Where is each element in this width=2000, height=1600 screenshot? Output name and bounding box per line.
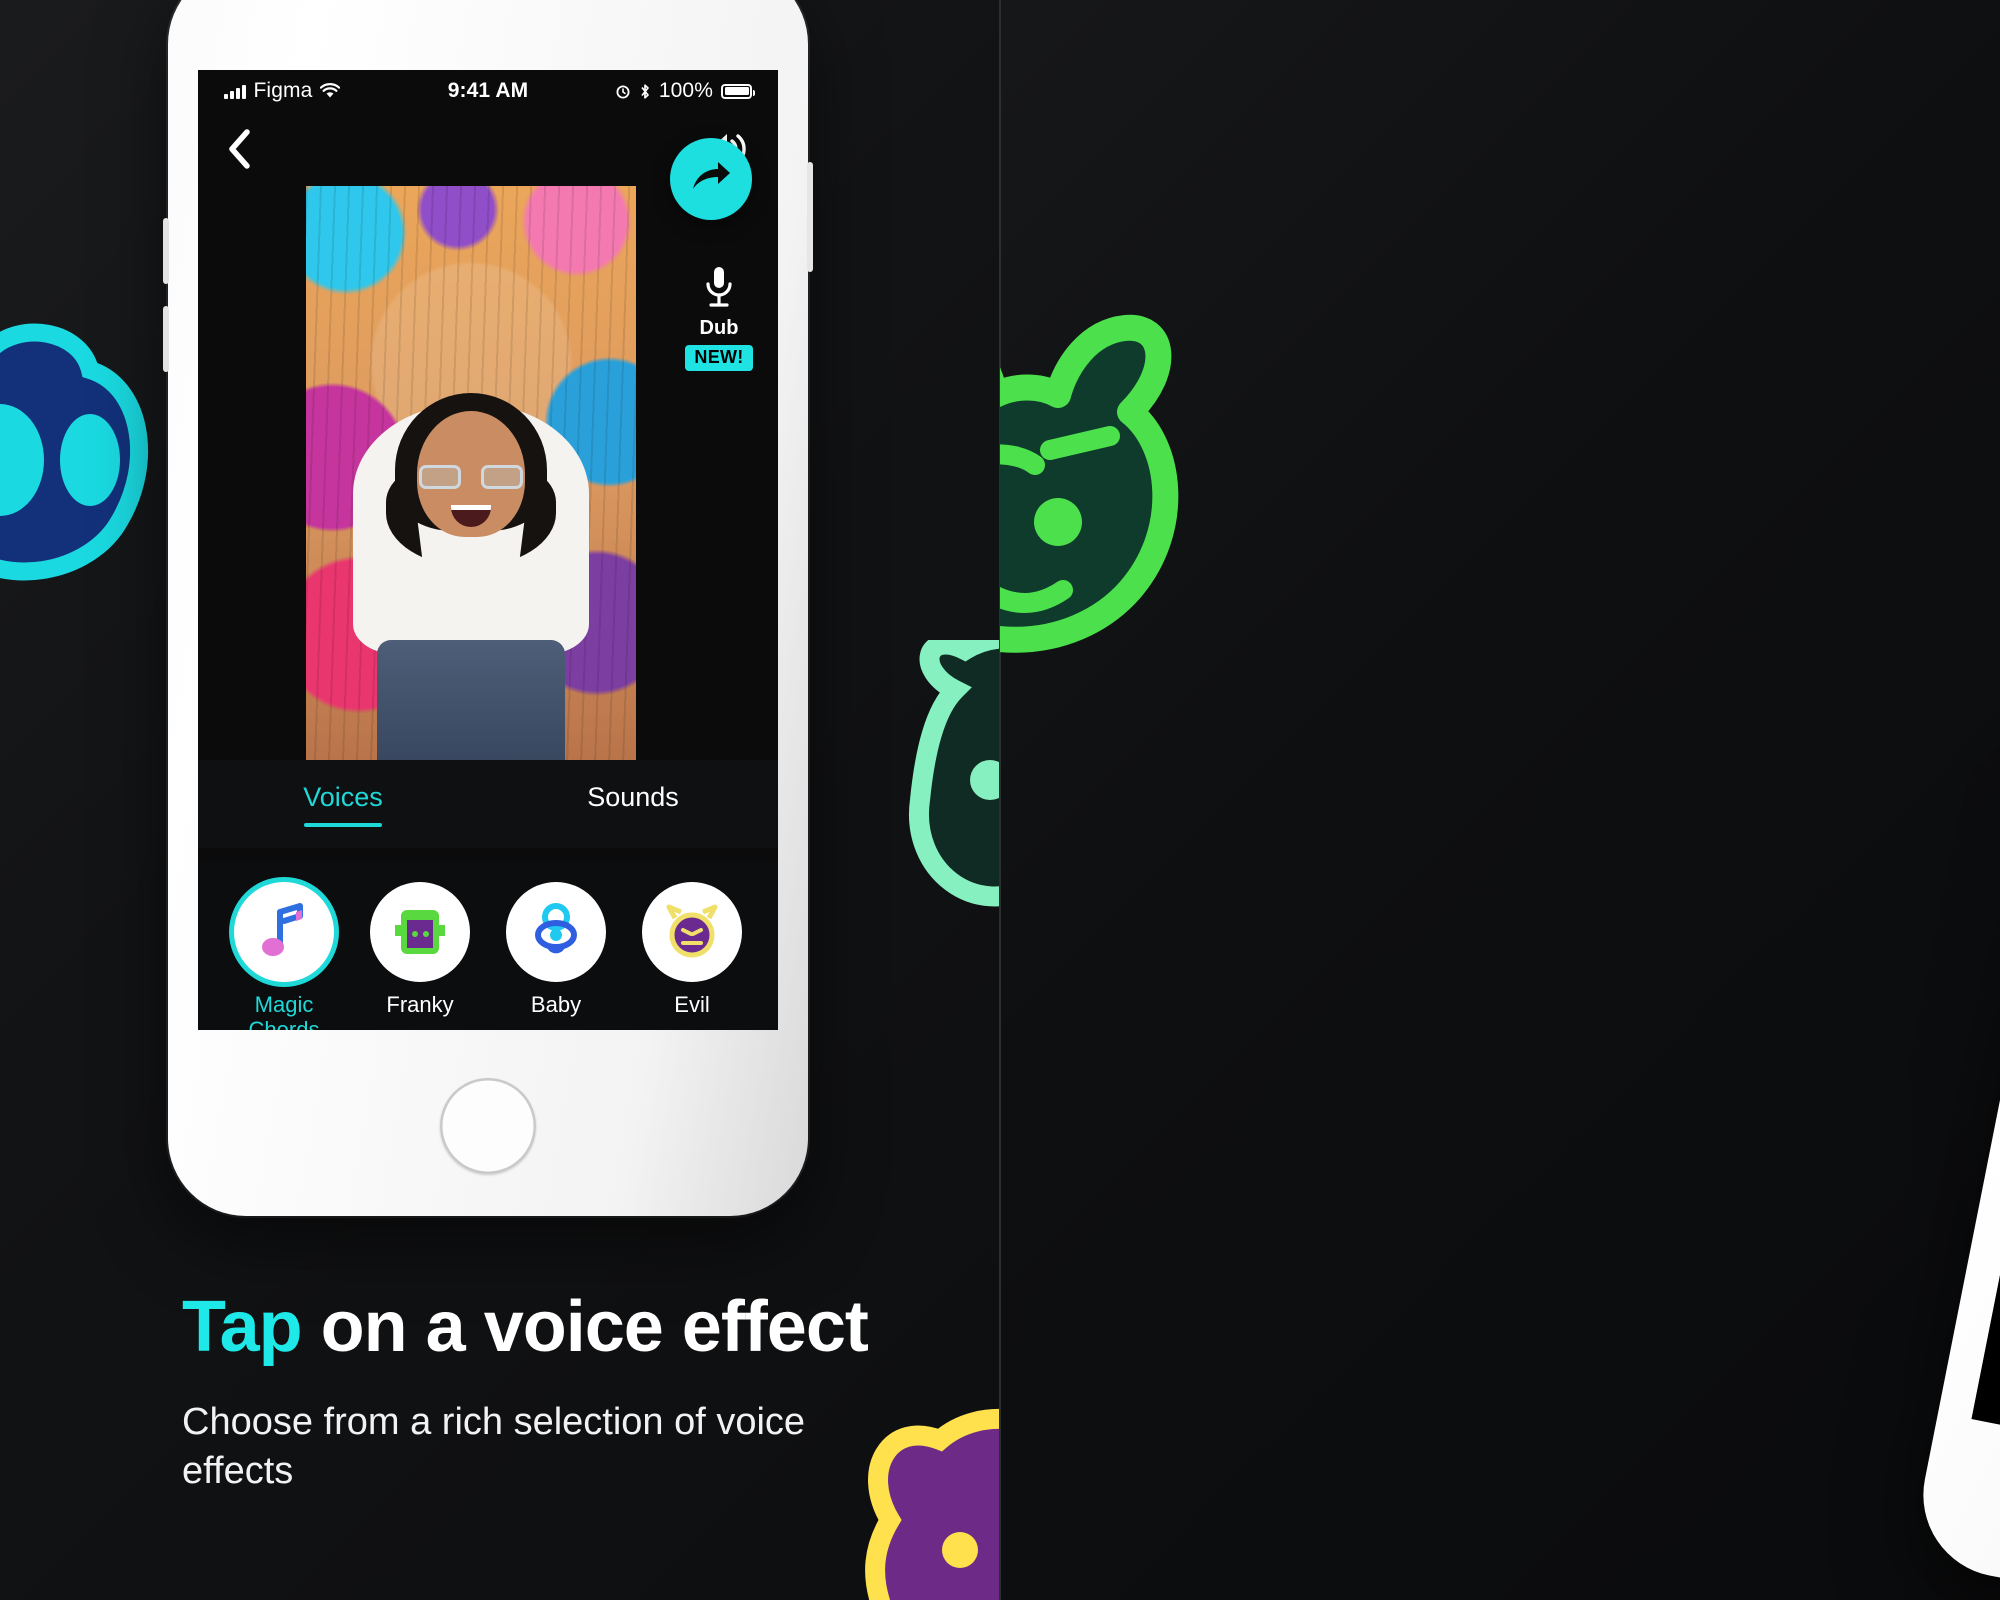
share-fab-button[interactable] — [670, 138, 752, 220]
power-button[interactable] — [807, 162, 813, 272]
home-button[interactable] — [440, 1078, 536, 1174]
effect-label: Franky — [386, 992, 454, 1017]
effect-label: Alien — [772, 993, 778, 1018]
carrier-label: Figma — [253, 79, 313, 102]
tab-voices[interactable]: Voices — [198, 782, 488, 827]
chevron-left-icon — [229, 129, 250, 169]
voice-effects-strip[interactable]: Magic Chords Franky Baby Evil — [198, 860, 778, 1030]
right-phone-device: Figma 9:41 AM — [1909, 294, 2000, 1600]
screenshot-root: Figma 9:41 AM 100% Dub NEW! Voices Sound… — [0, 0, 2000, 1600]
effect-evil[interactable]: Evil — [636, 882, 748, 1030]
left-phone-device: Figma 9:41 AM 100% Dub NEW! Voices Sound… — [163, 0, 813, 1216]
video-preview[interactable] — [306, 186, 636, 776]
dub-button[interactable]: Dub NEW! — [680, 264, 758, 371]
mint-ghost-sticker — [908, 640, 1000, 907]
left-caption: Tap on a voice effect Choose from a rich… — [182, 1290, 902, 1495]
bluetooth-icon — [641, 83, 649, 99]
evil-devil-icon — [666, 904, 718, 958]
wifi-icon — [320, 83, 341, 98]
clock-label: 9:41 AM — [447, 79, 529, 102]
effect-label: Baby — [530, 992, 582, 1017]
green-devil-sticker — [1000, 314, 1179, 653]
effect-icon-wrap — [642, 882, 742, 982]
right-phone-screen: Figma 9:41 AM — [1971, 418, 2000, 1569]
dub-label: Dub — [699, 317, 739, 339]
signal-bars-icon — [224, 84, 246, 99]
alarm-icon — [616, 85, 630, 99]
effect-magic-chords[interactable]: Magic Chords — [228, 882, 340, 1030]
cyan-alien-sticker — [0, 323, 148, 581]
status-bar: Figma 9:41 AM 100% — [198, 70, 778, 112]
effect-icon-wrap — [370, 882, 470, 982]
left-caption-highlight: Tap — [182, 1287, 303, 1367]
left-caption-rest: on a voice effect — [301, 1287, 869, 1367]
effect-franky[interactable]: Franky — [364, 882, 476, 1030]
tab-sounds[interactable]: Sounds — [488, 782, 778, 827]
effect-icon-wrap — [506, 882, 606, 982]
right-panel: Record or select avideo, audio, or GIF — [1000, 0, 2000, 1600]
panel-divider — [999, 0, 1001, 1600]
left-panel: Figma 9:41 AM 100% Dub NEW! Voices Sound… — [0, 0, 1000, 1600]
effect-label: Evil — [674, 992, 710, 1017]
back-button[interactable] — [226, 128, 252, 170]
share-arrow-icon — [693, 162, 730, 189]
effect-icon-wrap — [234, 882, 334, 982]
microphone-icon — [706, 267, 732, 307]
left-phone-screen: Figma 9:41 AM 100% Dub NEW! Voices Sound… — [198, 70, 778, 1030]
new-badge: NEW! — [685, 345, 753, 371]
person-photo — [306, 339, 636, 776]
tab-voices-label: Voices — [303, 781, 383, 812]
effect-baby[interactable]: Baby — [500, 882, 612, 1030]
pacifier-icon — [534, 903, 578, 954]
effect-label: Magic Chords — [248, 992, 320, 1030]
battery-icon — [721, 83, 755, 99]
right-vignette — [1000, 0, 2000, 1600]
battery-percent-label: 100% — [658, 79, 713, 102]
left-caption-subtitle: Choose from a rich selection of voice ef… — [182, 1401, 806, 1492]
left-caption-title: Tap on a voice effect — [182, 1290, 902, 1364]
effect-alien[interactable]: Alien — [772, 882, 778, 1030]
music-note-icon — [262, 903, 303, 956]
voice-sound-tabs: Voices Sounds — [198, 760, 778, 848]
tab-sounds-label: Sounds — [587, 781, 679, 812]
frankenstein-icon — [395, 910, 445, 954]
